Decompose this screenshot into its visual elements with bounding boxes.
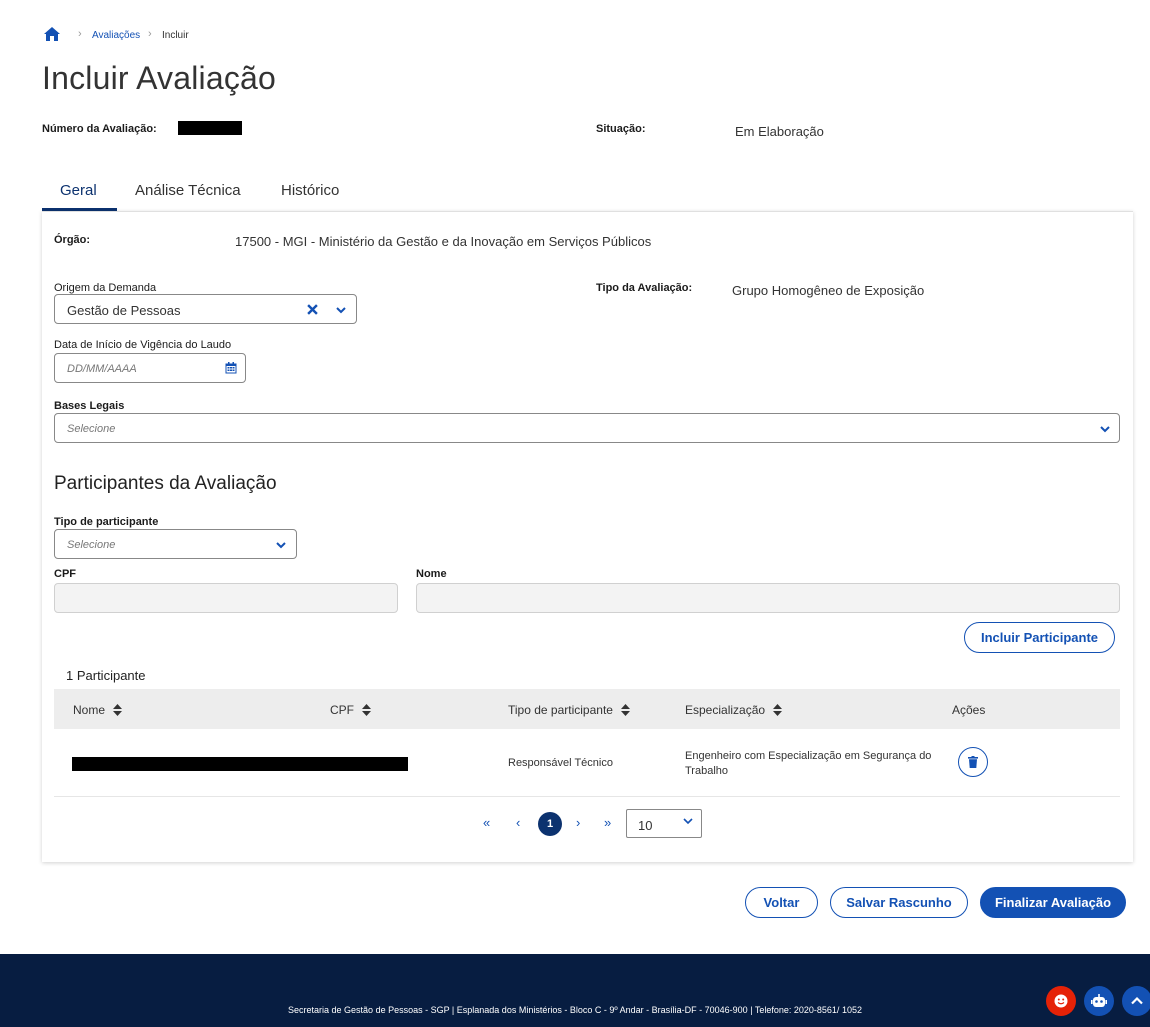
nome-input[interactable] <box>416 583 1120 613</box>
cpf-input[interactable] <box>54 583 398 613</box>
column-header-especializacao[interactable]: Especialização <box>685 703 783 717</box>
calendar-icon[interactable] <box>225 362 237 374</box>
origem-select-value: Gestão de Pessoas <box>67 303 181 318</box>
column-header-label: Nome <box>73 703 106 717</box>
participantes-section-title: Participantes da Avaliação <box>54 473 277 494</box>
tipo-participante-label: Tipo de participante <box>54 516 159 528</box>
tipo-participante-select[interactable]: Selecione <box>54 529 297 559</box>
salvar-rascunho-button[interactable]: Salvar Rascunho <box>830 887 968 918</box>
smiley-icon <box>1054 994 1068 1008</box>
sort-icon[interactable] <box>620 704 630 716</box>
page-size-value: 10 <box>638 818 653 833</box>
tab-analise-tecnica[interactable]: Análise Técnica <box>135 182 241 199</box>
voltar-button[interactable]: Voltar <box>745 887 818 918</box>
robot-icon <box>1091 994 1107 1007</box>
participante-tipo: Responsável Técnico <box>508 757 613 769</box>
double-chevron-left-icon[interactable]: « <box>483 815 490 830</box>
chevron-right-icon: › <box>148 28 152 40</box>
column-header-label: Ações <box>952 703 986 717</box>
numero-avaliacao-label: Número da Avaliação: <box>42 123 157 135</box>
chevron-down-icon[interactable] <box>1100 424 1110 434</box>
breadcrumb-link-avaliacoes[interactable]: Avaliações <box>92 30 140 41</box>
column-header-acoes: Ações <box>952 703 985 717</box>
footer-text: Secretaria de Gestão de Pessoas - SGP | … <box>288 1005 862 1015</box>
tipo-avaliacao-value: Grupo Homogêneo de Exposição <box>732 283 925 298</box>
situacao-label: Situação: <box>596 123 646 135</box>
origem-select[interactable]: Gestão de Pessoas <box>54 294 357 324</box>
trash-icon <box>968 756 978 768</box>
participante-especializacao: Engenheiro com Especialização em Seguran… <box>685 750 932 777</box>
row-divider <box>54 796 1120 797</box>
chevron-down-icon[interactable] <box>336 305 346 315</box>
data-inicio-placeholder: DD/MM/AAAA <box>67 363 137 375</box>
tab-historico[interactable]: Histórico <box>281 182 339 199</box>
column-header-label: Tipo de participante <box>508 703 613 717</box>
footer <box>0 954 1150 1027</box>
column-header-label: Especialização <box>685 703 766 717</box>
situacao-value: Em Elaboração <box>735 124 824 139</box>
chatbot-button[interactable] <box>1084 986 1114 1016</box>
tipo-avaliacao-label: Tipo da Avaliação: <box>596 282 693 294</box>
chevron-right-icon: › <box>78 28 82 40</box>
scroll-top-button[interactable] <box>1122 986 1150 1016</box>
sort-icon[interactable] <box>773 704 783 716</box>
chevron-down-icon[interactable] <box>683 816 693 826</box>
chevron-up-icon <box>1131 996 1143 1005</box>
incluir-participante-button[interactable]: Incluir Participante <box>964 622 1115 653</box>
bases-legais-label: Bases Legais <box>54 400 125 412</box>
orgao-value: 17500 - MGI - Ministério da Gestão e da … <box>235 234 652 249</box>
column-header-tipo[interactable]: Tipo de participante <box>508 703 630 717</box>
tab-geral[interactable]: Geral <box>60 182 97 199</box>
column-header-nome[interactable]: Nome <box>73 703 123 717</box>
bases-legais-select[interactable]: Selecione <box>54 413 1120 443</box>
numero-avaliacao-redacted <box>178 121 242 135</box>
chevron-left-icon[interactable]: ‹ <box>516 815 520 830</box>
column-header-cpf[interactable]: CPF <box>330 703 371 717</box>
origem-label: Origem da Demanda <box>54 282 157 294</box>
delete-participante-button[interactable] <box>958 747 988 777</box>
home-icon[interactable] <box>44 27 60 41</box>
sort-icon[interactable] <box>362 704 371 716</box>
orgao-label: Órgão: <box>54 234 91 246</box>
column-header-label: CPF <box>330 703 354 717</box>
finalizar-avaliacao-button[interactable]: Finalizar Avaliação <box>980 887 1126 918</box>
data-inicio-input[interactable]: DD/MM/AAAA <box>54 353 246 383</box>
data-inicio-label: Data de Início de Vigência do Laudo <box>54 339 232 351</box>
double-chevron-right-icon[interactable]: » <box>604 815 611 830</box>
tipo-participante-placeholder: Selecione <box>67 539 116 551</box>
chevron-down-icon[interactable] <box>276 540 286 550</box>
chevron-right-icon[interactable]: › <box>576 815 580 830</box>
cpf-label: CPF <box>54 568 76 580</box>
page-number-current[interactable]: 1 <box>538 812 562 836</box>
bases-legais-placeholder: Selecione <box>67 423 116 435</box>
page-title: Incluir Avaliação <box>42 60 277 96</box>
nome-label: Nome <box>416 568 447 580</box>
feedback-button[interactable] <box>1046 986 1076 1016</box>
participante-nome-cpf-redacted <box>72 757 408 771</box>
clear-x-icon[interactable] <box>307 304 318 315</box>
sort-icon[interactable] <box>113 704 123 716</box>
page-size-select[interactable]: 10 <box>626 809 702 838</box>
participante-count: 1 Participante <box>66 668 146 683</box>
breadcrumb-current: Incluir <box>162 30 189 41</box>
